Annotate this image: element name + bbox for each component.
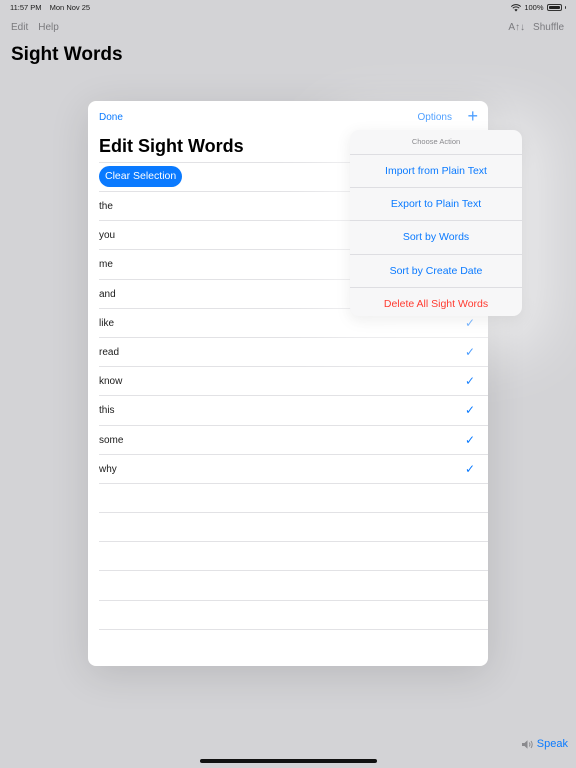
choose-action-popover: Choose Action Import from Plain Text Exp… bbox=[350, 130, 522, 316]
speak-button[interactable]: Speak bbox=[521, 738, 568, 750]
word-row[interactable]: know ✓ bbox=[99, 366, 488, 395]
sort-by-create-date-button[interactable]: Sort by Create Date bbox=[350, 255, 522, 288]
status-right: 100% bbox=[511, 3, 566, 12]
clear-selection-button[interactable]: Clear Selection bbox=[99, 166, 183, 187]
checkmark-icon: ✓ bbox=[464, 315, 475, 330]
word-row[interactable]: read ✓ bbox=[99, 336, 488, 366]
checkmark-icon: ✓ bbox=[464, 461, 475, 476]
export-plain-text-button[interactable]: Export to Plain Text bbox=[350, 188, 522, 222]
word-label: me bbox=[99, 259, 113, 271]
status-bar: 11:57 PM Mon Nov 25 100% bbox=[0, 0, 576, 14]
add-word-button[interactable]: + bbox=[467, 106, 478, 126]
checkmark-icon: ✓ bbox=[464, 374, 475, 389]
status-time: 11:57 PM bbox=[10, 3, 42, 12]
wifi-icon bbox=[511, 3, 522, 11]
options-button[interactable]: Options bbox=[418, 112, 452, 123]
battery-percent: 100% bbox=[524, 3, 544, 12]
home-indicator[interactable] bbox=[200, 759, 377, 763]
checkmark-icon: ✓ bbox=[464, 432, 475, 447]
empty-row bbox=[99, 570, 488, 599]
word-label: some bbox=[99, 434, 124, 446]
delete-all-sight-words-button[interactable]: Delete All Sight Words bbox=[350, 288, 522, 316]
word-label: you bbox=[99, 230, 116, 242]
empty-row bbox=[99, 628, 488, 658]
app-title: Sight Words bbox=[11, 44, 123, 65]
menu-bar: Edit Help bbox=[11, 22, 59, 33]
status-left: 11:57 PM Mon Nov 25 bbox=[10, 3, 90, 12]
word-label: and bbox=[99, 288, 116, 300]
empty-row bbox=[99, 482, 488, 512]
word-label: this bbox=[99, 405, 115, 417]
sort-button[interactable]: A↑↓ bbox=[508, 22, 525, 33]
checkmark-icon: ✓ bbox=[464, 344, 475, 359]
popover-caption: Choose Action bbox=[350, 130, 522, 155]
checkmark-icon: ✓ bbox=[464, 403, 475, 418]
sheet-title: Edit Sight Words bbox=[99, 136, 244, 156]
empty-row bbox=[99, 599, 488, 629]
shuffle-button[interactable]: Shuffle bbox=[533, 22, 564, 33]
import-plain-text-button[interactable]: Import from Plain Text bbox=[350, 155, 522, 189]
word-row[interactable]: some ✓ bbox=[99, 424, 488, 454]
battery-tip bbox=[564, 6, 566, 9]
word-row[interactable]: this ✓ bbox=[99, 395, 488, 424]
status-date: Mon Nov 25 bbox=[49, 3, 91, 12]
menu-help[interactable]: Help bbox=[38, 22, 59, 33]
speaker-icon bbox=[521, 739, 533, 749]
word-label: the bbox=[99, 201, 113, 212]
menu-edit[interactable]: Edit bbox=[11, 22, 28, 33]
done-button[interactable]: Done bbox=[99, 112, 123, 123]
top-toolbar: A↑↓ Shuffle bbox=[508, 22, 564, 33]
word-label: know bbox=[99, 376, 123, 388]
word-label: why bbox=[99, 463, 117, 475]
word-label: read bbox=[99, 346, 120, 358]
battery-icon bbox=[546, 4, 562, 11]
empty-row bbox=[99, 512, 488, 541]
word-label: like bbox=[99, 317, 115, 329]
sort-by-words-button[interactable]: Sort by Words bbox=[350, 221, 522, 255]
speak-label: Speak bbox=[536, 738, 568, 750]
empty-row bbox=[99, 541, 488, 570]
word-row[interactable]: why ✓ bbox=[99, 453, 488, 483]
